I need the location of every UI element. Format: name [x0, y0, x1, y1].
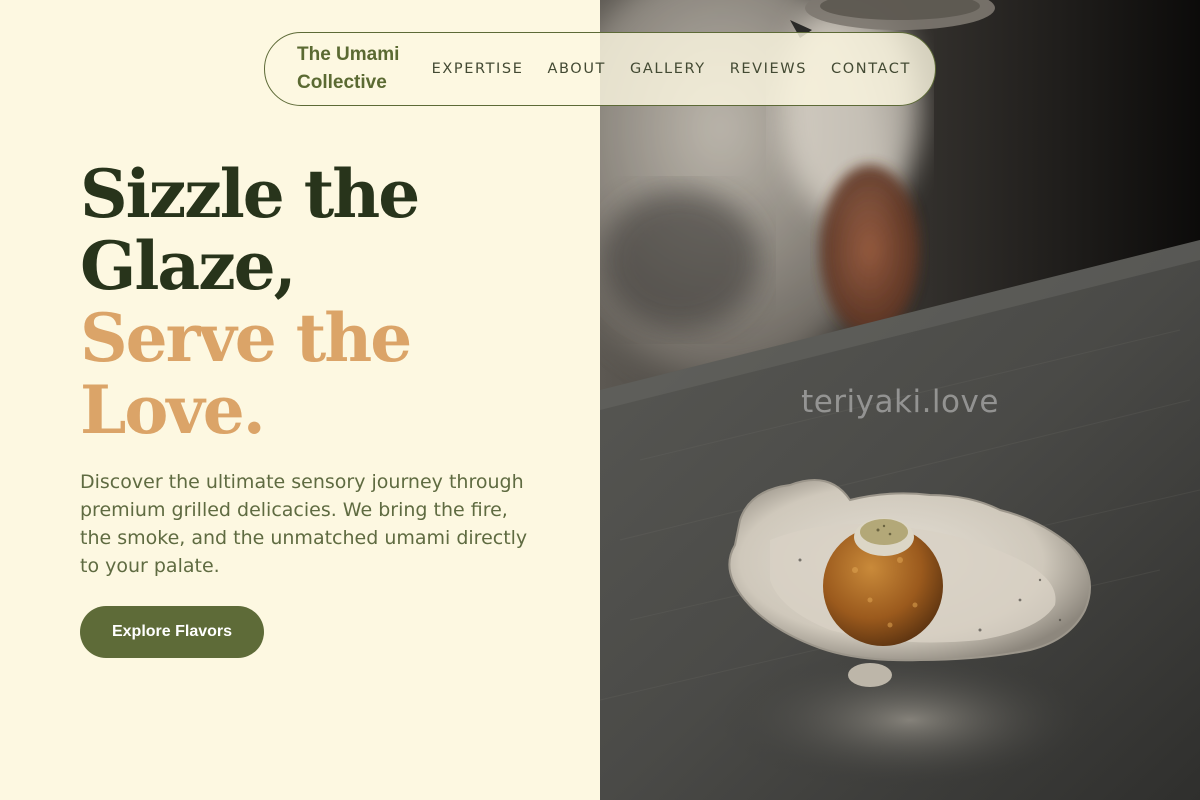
nav-link-expertise[interactable]: EXPERTISE — [432, 61, 524, 77]
brand-logo[interactable]: The Umami Collective — [297, 41, 406, 97]
explore-flavors-button[interactable]: Explore Flavors — [80, 606, 264, 658]
nav-link-gallery[interactable]: GALLERY — [630, 61, 706, 77]
hero-title-line-3: Serve the — [80, 299, 412, 377]
hero-description: Discover the ultimate sensory journey th… — [80, 471, 528, 577]
top-navigation: The Umami Collective EXPERTISE ABOUT GAL… — [264, 32, 936, 106]
nav-links: EXPERTISE ABOUT GALLERY REVIEWS CONTACT — [432, 61, 935, 77]
hero-title-line-1: Sizzle the — [80, 155, 420, 233]
hero-title: Sizzle the Glaze, Serve the Love. — [80, 155, 420, 449]
nav-link-contact[interactable]: CONTACT — [831, 61, 911, 77]
brand-line-1: The Umami — [297, 44, 400, 65]
hero-photo: teriyaki.love — [600, 0, 1200, 800]
watermark-text: teriyaki.love — [801, 384, 999, 420]
hero-title-line-4: Love. — [80, 371, 266, 449]
nav-link-reviews[interactable]: REVIEWS — [730, 61, 807, 77]
landing-page: teriyaki.love The Umami Collective EXPER… — [0, 0, 1200, 800]
brand-line-2: Collective — [297, 72, 387, 93]
nav-link-about[interactable]: ABOUT — [548, 61, 607, 77]
hero-title-line-2: Glaze, — [80, 227, 297, 305]
